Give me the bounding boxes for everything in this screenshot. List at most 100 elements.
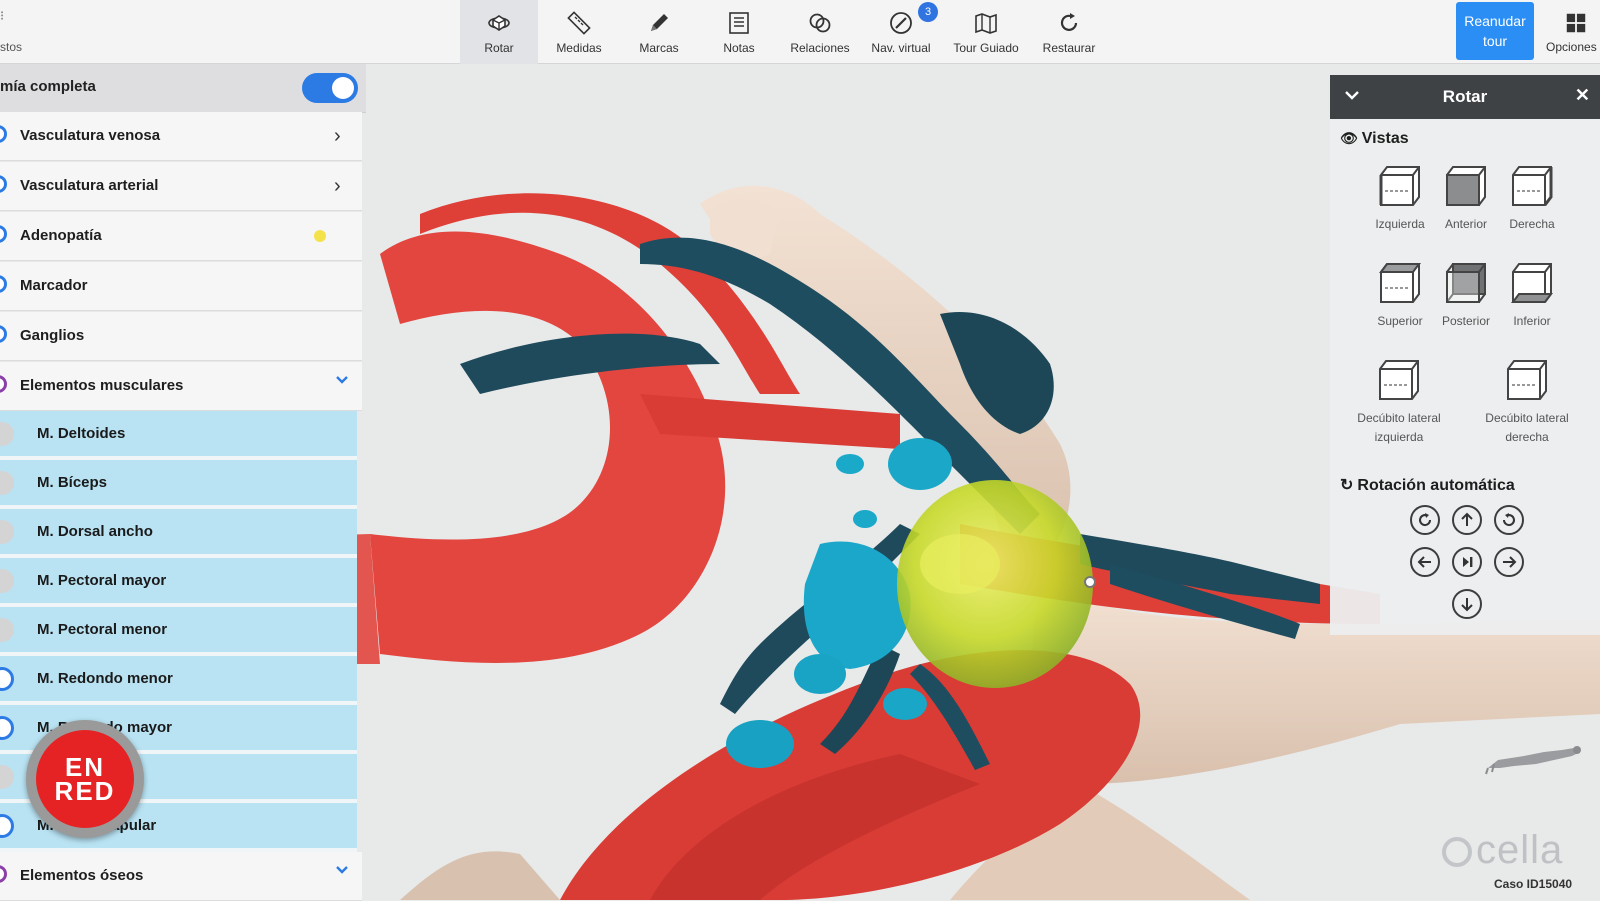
rotate-right-button[interactable]	[1494, 547, 1524, 577]
visibility-ring[interactable]	[0, 520, 14, 544]
tool-marks-label: Marcas	[639, 40, 679, 55]
arrow-left-icon	[1417, 556, 1431, 568]
cube-decubitus-left-icon	[1379, 360, 1419, 400]
tool-measures-label: Medidas	[556, 40, 602, 55]
muscle-item[interactable]: M. Bíceps	[0, 460, 357, 509]
visibility-ring[interactable]	[0, 667, 14, 691]
tool-measures[interactable]: Medidas	[540, 0, 618, 64]
cube-bottom-icon	[1511, 263, 1553, 303]
arrow-right-icon	[1503, 556, 1517, 568]
tool-rotate[interactable]: Rotar	[460, 0, 538, 64]
muscle-item[interactable]: M. Redondo menor	[0, 656, 357, 705]
layer-row-arterial[interactable]: Vasculatura arterial ›	[0, 162, 362, 211]
view-label: Derecha	[1509, 217, 1555, 231]
views-section-title: 👁 Vistas	[1340, 130, 1409, 148]
visibility-ring[interactable]	[0, 325, 7, 343]
chevron-down-icon[interactable]	[334, 862, 350, 878]
chevron-down-icon[interactable]	[334, 372, 350, 388]
relations-icon	[809, 13, 831, 32]
layer-row-muscles[interactable]: Elementos musculares	[0, 362, 362, 411]
notification-badge: 3	[918, 2, 938, 22]
rotate-cw-button[interactable]	[1494, 505, 1524, 535]
muscle-label: M. Redondo menor	[37, 670, 173, 687]
view-label: Decúbito lateral izquierda	[1357, 411, 1441, 444]
ruler-icon	[567, 10, 591, 35]
cube-decubitus-right-icon	[1507, 360, 1547, 400]
chevron-right-icon[interactable]: ›	[334, 125, 341, 148]
tool-restore[interactable]: Restaurar	[1030, 0, 1108, 64]
play-pause-button[interactable]	[1452, 547, 1482, 577]
rotate-up-button[interactable]	[1452, 505, 1482, 535]
orientation-body-icon[interactable]	[1484, 742, 1584, 776]
view-label: Izquierda	[1375, 217, 1425, 231]
muscle-item[interactable]: M. Dorsal ancho	[0, 509, 357, 558]
map-icon	[975, 12, 997, 34]
view-label: Superior	[1377, 314, 1423, 328]
chevron-right-icon[interactable]: ›	[334, 175, 341, 198]
rotate-down-button[interactable]	[1452, 589, 1482, 619]
visibility-ring[interactable]	[0, 422, 14, 446]
tool-relations-label: Relaciones	[790, 40, 850, 55]
full-anatomy-toggle[interactable]	[302, 73, 358, 103]
vertical-dots-icon: ⁝	[0, 8, 5, 23]
rotate-cw-icon	[1502, 513, 1515, 527]
layer-row-ganglia[interactable]: Ganglios	[0, 312, 362, 361]
enred-logo-line2: RED	[54, 776, 116, 806]
layer-row-adenopathy[interactable]: Adenopatía	[0, 212, 362, 261]
tool-relations[interactable]: Relaciones	[778, 0, 862, 64]
rotate-ccw-button[interactable]	[1410, 505, 1440, 535]
visibility-ring[interactable]	[0, 716, 14, 740]
visibility-ring[interactable]	[0, 275, 7, 293]
view-left-lateral-decubitus-button[interactable]: Decúbito lateral izquierda	[1344, 357, 1454, 447]
view-inferior-button[interactable]: Inferior	[1492, 260, 1572, 331]
tool-guided-tour[interactable]: Tour Guiado	[944, 0, 1028, 64]
visibility-ring[interactable]	[0, 765, 14, 789]
tool-virtual-nav[interactable]: Nav. virtual 3	[862, 0, 940, 64]
layer-label: Elementos musculares	[20, 377, 184, 394]
tool-restore-label: Restaurar	[1042, 40, 1096, 55]
visibility-ring[interactable]	[0, 375, 7, 393]
view-label: Anterior	[1444, 217, 1488, 231]
toolbar-left-label: stos	[0, 40, 23, 54]
enred-logo-badge: EN RED	[26, 720, 144, 838]
tool-marks[interactable]: Marcas	[620, 0, 698, 64]
rotate-3d-icon	[488, 14, 510, 31]
muscle-item[interactable]: M. Pectoral menor	[0, 607, 357, 656]
eye-icon: 👁	[1340, 130, 1358, 146]
rotate-panel-header: Rotar ✕	[1330, 75, 1600, 119]
muscle-item[interactable]: M. Pectoral mayor	[0, 558, 357, 607]
view-right-lateral-decubitus-button[interactable]: Decúbito lateral derecha	[1472, 357, 1582, 447]
arrow-up-icon	[1461, 512, 1473, 526]
tool-notes[interactable]: Notas	[700, 0, 778, 64]
layer-label: Adenopatía	[20, 227, 102, 244]
rotate-left-button[interactable]	[1410, 547, 1440, 577]
full-anatomy-label: mía completa	[0, 78, 96, 95]
visibility-ring[interactable]	[0, 125, 7, 143]
layer-label: Marcador	[20, 277, 88, 294]
layer-row-venous[interactable]: Vasculatura venosa ›	[0, 112, 362, 161]
view-label: Decúbito lateral derecha	[1485, 411, 1569, 444]
layer-row-marker[interactable]: Marcador	[0, 262, 362, 311]
visibility-ring[interactable]	[0, 865, 7, 883]
options-button[interactable]: Opciones	[1540, 0, 1600, 64]
cube-back-icon	[1446, 263, 1486, 303]
visibility-ring[interactable]	[0, 814, 14, 838]
close-icon[interactable]: ✕	[1575, 85, 1590, 106]
muscle-item[interactable]: M. Deltoides	[0, 411, 357, 460]
cube-right-icon	[1512, 166, 1553, 206]
visibility-ring[interactable]	[0, 618, 14, 642]
layer-row-bones[interactable]: Elementos óseos	[0, 852, 362, 901]
visibility-ring[interactable]	[0, 225, 7, 243]
play-pause-icon	[1463, 557, 1473, 567]
muscle-label: M. Deltoides	[37, 425, 126, 442]
views-title-text: Vistas	[1361, 130, 1409, 147]
view-label: Posterior	[1441, 314, 1491, 328]
visibility-ring[interactable]	[0, 175, 7, 193]
visibility-ring[interactable]	[0, 471, 14, 495]
cella-logo: cella	[1442, 828, 1563, 873]
visibility-ring[interactable]	[0, 569, 14, 593]
rotate-panel-title: Rotar	[1442, 87, 1488, 106]
layer-label: Vasculatura arterial	[20, 177, 159, 194]
resume-tour-button[interactable]: Reanudar tour	[1456, 2, 1534, 60]
view-right-button[interactable]: Derecha	[1492, 163, 1572, 234]
